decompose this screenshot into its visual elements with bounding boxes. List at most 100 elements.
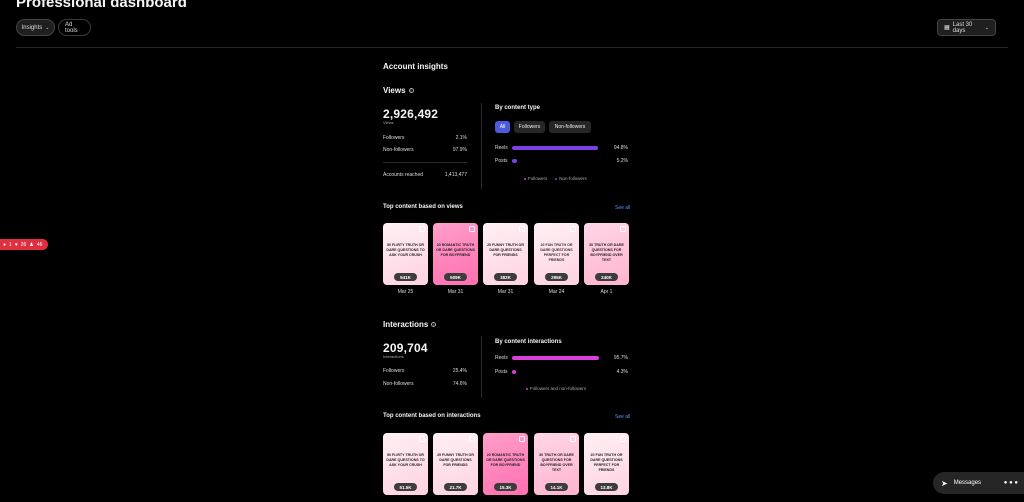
- views-total-label: Views: [383, 120, 394, 125]
- date-range-selector[interactable]: ▦ Last 30 days ⌄: [937, 19, 996, 36]
- view-count-badge: 382K: [494, 273, 517, 281]
- reel-icon: [419, 226, 425, 232]
- messages-button[interactable]: ➤ Messages ● ● ●: [933, 472, 1024, 494]
- see-all-link[interactable]: See all: [615, 414, 630, 420]
- interactions-heading-label: Interactions: [383, 320, 429, 329]
- views-heading-label: Views: [383, 86, 406, 95]
- content-card[interactable]: 50 flirty truth or dare questions to ask…: [383, 433, 428, 495]
- accounts-reached-row: Accounts reached 1,413,477: [383, 172, 467, 178]
- chevron-down-icon: ⌄: [984, 24, 989, 31]
- card-text: 20 fun truth or dare questions perfect f…: [590, 453, 623, 472]
- bar-pct-reels: 94.8%: [613, 145, 628, 151]
- view-count-badge: 509K: [444, 273, 467, 281]
- comment-icon: ●: [3, 241, 7, 248]
- bar-pct-posts: 5.2%: [616, 158, 628, 164]
- filter-non-followers[interactable]: Non-followers: [549, 121, 591, 133]
- interactions-total-label: Interactions: [383, 354, 404, 359]
- filter-all[interactable]: All: [495, 121, 510, 133]
- like-count: 26: [20, 241, 27, 248]
- tab-ad-tools[interactable]: Ad tools: [58, 19, 91, 36]
- see-all-link[interactable]: See all: [615, 205, 630, 211]
- interactions-reels-bar: [512, 356, 600, 360]
- views-reels-bar: [512, 146, 599, 150]
- legend-item-all: Followers and non-followers: [526, 386, 586, 391]
- row-value: 25.4%: [452, 368, 467, 374]
- top-views-heading: Top content based on views: [383, 204, 463, 210]
- interactions-total: 209,704: [383, 341, 428, 355]
- legend-item-non-followers: Non-followers: [555, 176, 587, 181]
- row-label: Accounts reached: [383, 172, 424, 178]
- reel-icon: [469, 226, 475, 232]
- content-card[interactable]: 50 flirty truth or dare questions to ask…: [383, 223, 428, 285]
- content-card[interactable]: 20 romantic truth or dare questions for …: [483, 433, 528, 495]
- views-heading: Views i: [383, 86, 414, 95]
- interaction-count-badge: 13.8K: [595, 483, 618, 491]
- interactions-posts-bar: [512, 370, 516, 374]
- card-text: 20 romantic truth or dare questions for …: [486, 453, 525, 467]
- card-date: Mar 31: [497, 289, 514, 295]
- content-card[interactable]: 20 romantic truth or dare questions for …: [433, 223, 478, 285]
- bar-label-posts: Posts: [495, 158, 508, 164]
- bar-pct-reels: 95.7%: [613, 355, 628, 361]
- tab-insights-label: Insights: [21, 24, 43, 31]
- view-count-badge: 941K: [394, 273, 417, 281]
- reel-icon: [620, 226, 626, 232]
- divider-vertical: [481, 103, 482, 189]
- comment-count: 1: [9, 241, 12, 248]
- interaction-count-badge: 14.1K: [545, 483, 568, 491]
- card-text: 25 funny truth or dare questions for fri…: [437, 453, 474, 467]
- row-value: 74.6%: [452, 381, 467, 387]
- content-card[interactable]: 25 funny truth or dare questions for fri…: [433, 433, 478, 495]
- reel-icon: [519, 436, 525, 442]
- content-card[interactable]: 25 funny truth or dare questions for fri…: [483, 223, 528, 285]
- heart-icon: ♥: [14, 241, 18, 248]
- reel-icon: [469, 436, 475, 442]
- messages-label: Messages: [953, 480, 982, 486]
- row-value: 97.9%: [452, 147, 467, 153]
- reel-icon: [570, 436, 576, 442]
- views-total: 2,926,492: [383, 107, 439, 121]
- divider: [383, 162, 467, 163]
- bar-pct-posts: 4.3%: [616, 369, 628, 375]
- info-icon[interactable]: i: [431, 322, 437, 328]
- interactions-nonfollowers-row: Non-followers 74.6%: [383, 381, 467, 387]
- row-label: Non-followers: [383, 381, 414, 387]
- interaction-count-badge: 51.5K: [394, 483, 417, 491]
- reel-icon: [519, 226, 525, 232]
- card-text: 30 truth or dare questions for boyfriend…: [539, 453, 574, 472]
- row-label: Non-followers: [383, 147, 414, 153]
- send-icon: ➤: [941, 478, 948, 488]
- view-count-badge: 240K: [595, 273, 618, 281]
- card-date: Mar 31: [447, 289, 464, 295]
- notification-badge[interactable]: ● 1 ♥ 26 ♟ 46: [0, 239, 48, 250]
- reel-icon: [419, 436, 425, 442]
- calendar-icon: ▦: [944, 25, 950, 31]
- bar-label-reels: Reels: [495, 355, 508, 361]
- bar-label-posts: Posts: [495, 369, 508, 375]
- row-label: Followers: [383, 368, 405, 374]
- date-range-label: Last 30 days: [952, 21, 973, 34]
- reel-icon: [620, 436, 626, 442]
- reel-icon: [570, 226, 576, 232]
- card-text: 20 romantic truth or dare questions for …: [436, 243, 475, 257]
- content-card[interactable]: 30 truth or dare questions for boyfriend…: [584, 223, 629, 285]
- row-value: 1,413,477: [444, 172, 467, 178]
- card-text: 50 flirty truth or dare questions to ask…: [386, 453, 425, 467]
- card-date: Mar 24: [548, 289, 565, 295]
- content-card[interactable]: 20 fun truth or dare questions perfect f…: [584, 433, 629, 495]
- card-text: 30 truth or dare questions for boyfriend…: [589, 243, 624, 262]
- info-icon[interactable]: i: [408, 88, 414, 94]
- row-value: 2.1%: [455, 135, 467, 141]
- filter-followers[interactable]: Followers: [514, 121, 545, 133]
- interactions-legend: Followers and non-followers: [526, 386, 586, 391]
- page-title: Professional dashboard: [16, 0, 187, 11]
- views-legend: Followers Non-followers: [524, 176, 587, 181]
- views-nonfollowers-row: Non-followers 97.9%: [383, 147, 467, 153]
- content-card[interactable]: 30 truth or dare questions for boyfriend…: [534, 433, 579, 495]
- view-count-badge: 295K: [545, 273, 568, 281]
- card-date: Apr 1: [600, 289, 613, 295]
- avatar-stack: ● ● ●: [1003, 480, 1018, 486]
- tab-insights[interactable]: Insights ⌄: [16, 19, 55, 36]
- content-card[interactable]: 20 fun truth or dare questions perfect f…: [534, 223, 579, 285]
- row-label: Followers: [383, 135, 405, 141]
